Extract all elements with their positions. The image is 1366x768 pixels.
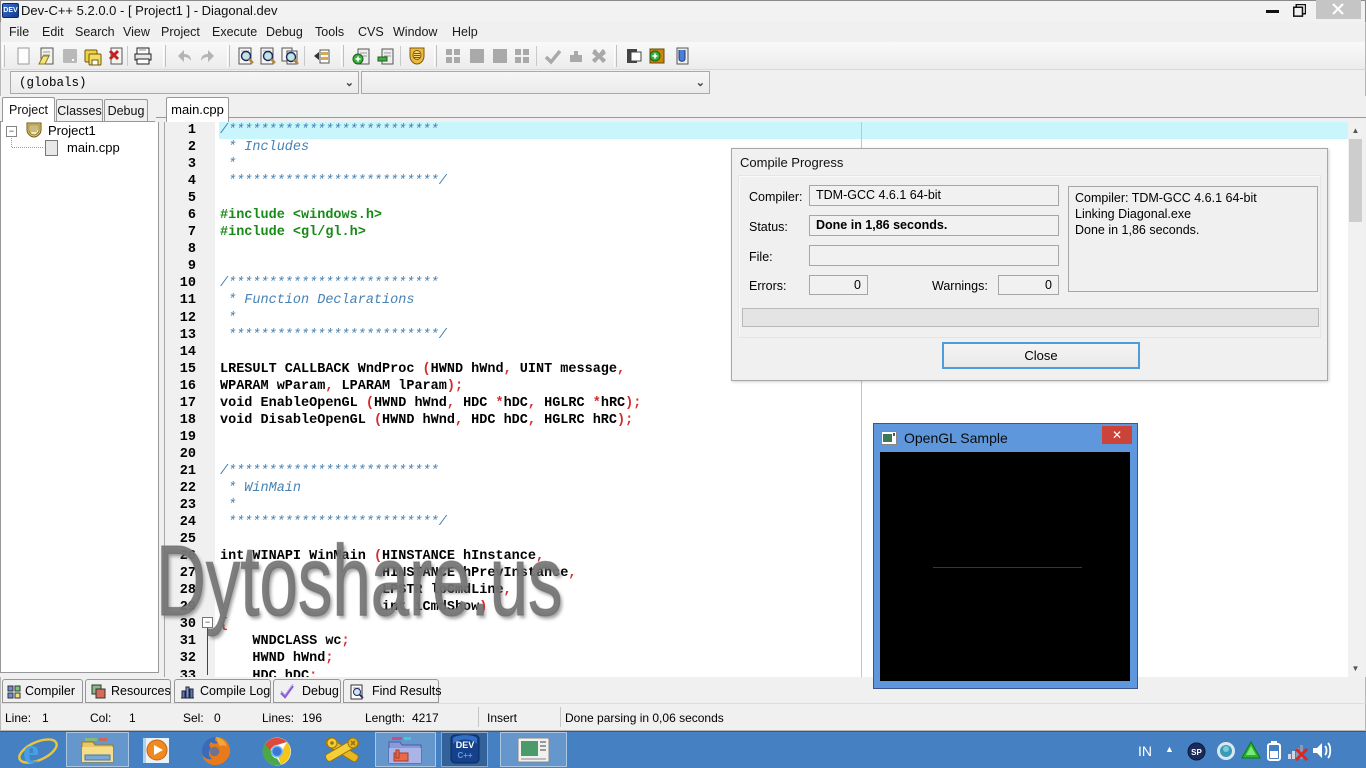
svg-text:C++: C++	[457, 751, 472, 760]
svg-text:e: e	[23, 733, 39, 767]
svg-text:SP: SP	[1191, 748, 1202, 757]
svg-text:DEV: DEV	[456, 740, 475, 750]
